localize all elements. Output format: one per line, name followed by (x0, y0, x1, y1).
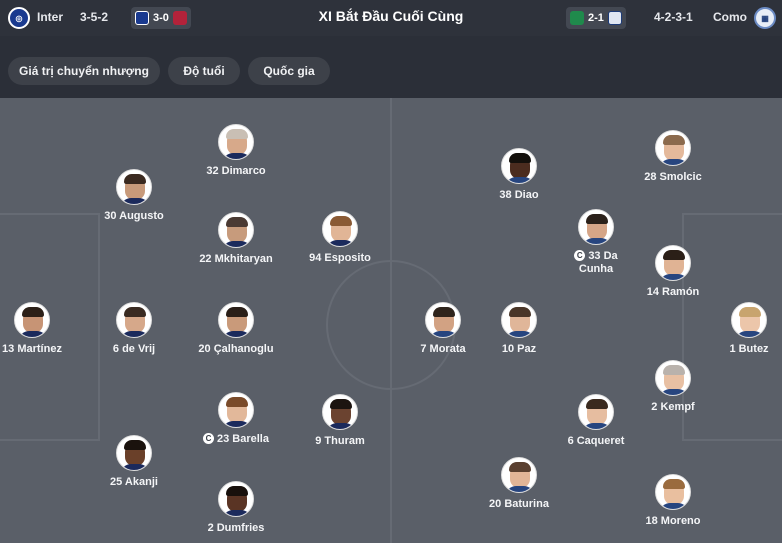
filter-market-value-button[interactable]: Giá trị chuyển nhượng (8, 57, 160, 85)
home-player[interactable]: 25 Akanji (79, 435, 189, 489)
away-formation: 4-2-3-1 (654, 10, 693, 24)
away-player[interactable]: 28 Smolcic (618, 130, 728, 184)
player-label: 28 Smolcic (644, 171, 702, 183)
away-player[interactable]: 20 Baturina (464, 457, 574, 511)
player-label: 38 Diao (499, 189, 539, 201)
player-photo (322, 211, 358, 247)
away-team-name[interactable]: Como (713, 10, 747, 24)
away-player[interactable]: 10 Paz (464, 302, 574, 356)
home-last-result-chip[interactable]: 3-0 (131, 7, 191, 29)
home-player[interactable]: 2 Dumfries (181, 481, 291, 535)
player-photo (116, 435, 152, 471)
player-photo (501, 302, 537, 338)
player-photo (655, 130, 691, 166)
player-label: 6 Caqueret (567, 435, 625, 447)
player-photo (655, 245, 691, 281)
filter-bar: Giá trị chuyển nhượng Độ tuổi Quốc gia (0, 36, 782, 98)
player-photo (218, 392, 254, 428)
player-photo (218, 481, 254, 517)
player-photo (655, 360, 691, 396)
match-header: ◎ Inter 3-5-2 3-0 XI Bắt Đầu Cuối Cùng 2… (0, 0, 782, 36)
home-formation: 3-5-2 (80, 10, 109, 24)
player-photo (578, 394, 614, 430)
away-player[interactable]: 6 Caqueret (541, 394, 651, 448)
home-player[interactable]: 9 Thuram (285, 394, 395, 448)
home-player[interactable]: 6 de Vrij (79, 302, 189, 356)
player-label: 10 Paz (501, 343, 537, 355)
player-photo (578, 209, 614, 245)
home-player[interactable]: 32 Dimarco (181, 124, 291, 178)
away-last-result-score: 2-1 (588, 12, 604, 24)
away-player[interactable]: 14 Ramón (618, 245, 728, 299)
home-player[interactable]: C 23 Barella (181, 392, 291, 446)
player-label: 30 Augusto (104, 210, 164, 222)
inter-crest-icon: ◎ (8, 7, 30, 29)
player-photo (731, 302, 767, 338)
pitch: 32 Dimarco 30 Augusto 22 Mkhitaryan 94 E… (0, 98, 782, 543)
player-photo (501, 148, 537, 184)
filter-age-button[interactable]: Độ tuổi (168, 57, 240, 85)
player-label: 22 Mkhitaryan (199, 253, 273, 265)
away-player[interactable]: 1 Butez (694, 302, 782, 356)
home-player[interactable]: 13 Martínez (0, 302, 87, 356)
home-player[interactable]: 30 Augusto (79, 169, 189, 223)
como-mini-crest-icon (607, 11, 622, 25)
away-last-result-chip[interactable]: 2-1 (566, 7, 626, 29)
player-label: 14 Ramón (646, 286, 700, 298)
player-label: 6 de Vrij (112, 343, 156, 355)
inter-mini-crest-icon (135, 11, 149, 25)
player-label: 20 Baturina (489, 498, 549, 510)
player-label: 25 Akanji (110, 476, 158, 488)
player-label: 1 Butez (729, 343, 769, 355)
cagliari-mini-crest-icon (172, 11, 187, 25)
player-label-text: 23 Barella (217, 433, 269, 445)
home-last-result-score: 3-0 (153, 12, 169, 24)
player-label: 2 Dumfries (207, 522, 265, 534)
player-photo (501, 457, 537, 493)
captain-icon: C (203, 433, 214, 444)
player-label: 9 Thuram (315, 435, 365, 447)
player-label: 18 Moreno (645, 515, 701, 527)
home-player[interactable]: 94 Esposito (285, 211, 395, 265)
player-label: 20 Çalhanoglu (198, 343, 274, 355)
como-crest-icon: ▦ (754, 7, 776, 29)
away-player[interactable]: 38 Diao (464, 148, 574, 202)
home-player[interactable]: 22 Mkhitaryan (181, 212, 291, 266)
player-photo (322, 394, 358, 430)
filter-nationality-button[interactable]: Quốc gia (248, 57, 330, 85)
player-photo (14, 302, 50, 338)
player-photo (425, 302, 461, 338)
player-photo (655, 474, 691, 510)
player-photo (218, 212, 254, 248)
player-label: C 23 Barella (181, 433, 291, 446)
player-photo (116, 169, 152, 205)
home-team-name[interactable]: Inter (37, 10, 63, 24)
player-photo (116, 302, 152, 338)
sassuolo-mini-crest-icon (570, 11, 584, 25)
player-photo (218, 302, 254, 338)
captain-icon: C (574, 250, 586, 261)
home-player[interactable]: 20 Çalhanoglu (181, 302, 291, 356)
player-label: 32 Dimarco (206, 165, 266, 177)
player-label: 94 Esposito (309, 252, 371, 264)
player-photo (218, 124, 254, 160)
away-player[interactable]: 18 Moreno (618, 474, 728, 528)
player-label: 13 Martínez (2, 343, 62, 355)
